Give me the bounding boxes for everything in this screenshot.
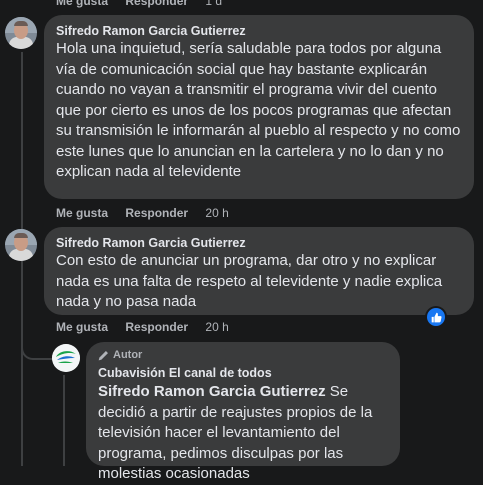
like-link[interactable]: Me gusta [56,320,108,334]
reply-link[interactable]: Responder [125,0,188,8]
role-label: Autor [113,349,143,361]
timestamp[interactable]: 20 h [205,206,228,220]
author-role-badge: Autor [98,348,388,362]
comment-text: Con esto de anunciar un programa, dar ot… [56,252,443,310]
avatar[interactable] [5,17,37,49]
reply-author[interactable]: Cubavisión El canal de todos [98,365,388,381]
timestamp[interactable]: 20 h [205,320,228,334]
cubavision-logo-avatar[interactable] [52,344,80,372]
mention-link[interactable]: Sifredo Ramon Garcia Gutierrez [98,383,326,400]
reply-connector [21,340,53,360]
reply-bubble: Autor Cubavisión El canal de todos Sifre… [86,342,400,482]
thumbs-up-icon[interactable] [427,308,445,326]
comment-bubble: Sifredo Ramon Garcia Gutierrez Hola una … [44,15,474,199]
previous-comment-actions: Me gusta Responder 1 d [56,0,236,8]
pencil-icon [98,350,108,360]
comment-bubble: Sifredo Ramon Garcia Gutierrez Con esto … [44,227,474,315]
like-link[interactable]: Me gusta [56,206,108,220]
reply-thread-line [63,375,65,466]
reply-link[interactable]: Responder [125,320,188,334]
reply-text: Sifredo Ramon Garcia Gutierrez Se decidi… [98,382,388,485]
timestamp[interactable]: 1 d [205,0,222,8]
comment-author[interactable]: Sifredo Ramon Garcia Gutierrez [56,23,462,39]
comment-actions: Me gusta Responder 20 h [56,206,243,220]
comment-author[interactable]: Sifredo Ramon Garcia Gutierrez [56,235,462,251]
avatar[interactable] [5,229,37,261]
comment-text: Hola una inquietud, sería saludable para… [56,40,461,180]
comment-actions: Me gusta Responder 20 h [56,320,243,334]
like-link[interactable]: Me gusta [56,0,108,8]
reply-link[interactable]: Responder [125,206,188,220]
